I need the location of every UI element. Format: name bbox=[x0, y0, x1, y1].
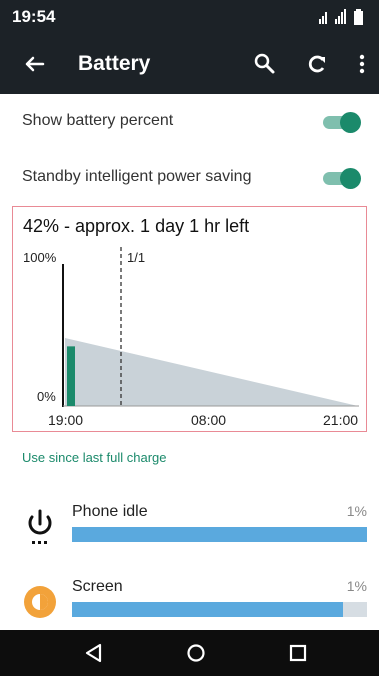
battery-history-graph[interactable]: 42% - approx. 1 day 1 hr left 1/1 100% 0… bbox=[12, 206, 367, 432]
usage-bar-fill bbox=[72, 527, 367, 542]
y-bottom-label: 0% bbox=[37, 389, 56, 404]
status-time: 19:54 bbox=[12, 7, 56, 26]
usage-item-name: Screen bbox=[72, 578, 123, 595]
battery-icon bbox=[354, 9, 363, 25]
setting-show-battery-percent[interactable]: Show battery percent bbox=[0, 94, 379, 150]
usage-bar-fill bbox=[72, 602, 344, 617]
brightness-icon bbox=[24, 586, 56, 618]
arrow-left-icon[interactable] bbox=[20, 49, 50, 79]
show-battery-percent-toggle[interactable] bbox=[323, 112, 361, 133]
usage-item-percent: 1% bbox=[346, 503, 367, 519]
setting-standby-power-saving[interactable]: Standby intelligent power saving bbox=[0, 150, 379, 206]
navigation-bar bbox=[0, 630, 379, 676]
recents-square-icon[interactable] bbox=[284, 639, 312, 667]
x-label-mid: 08:00 bbox=[191, 412, 226, 428]
refresh-icon[interactable] bbox=[302, 49, 332, 79]
date-marker-label: 1/1 bbox=[127, 250, 145, 265]
power-icon bbox=[28, 509, 52, 544]
toggle-knob bbox=[340, 112, 361, 133]
setting-label: Show battery percent bbox=[22, 112, 174, 129]
status-bar: 19:54 bbox=[0, 0, 379, 34]
battery-level-bar bbox=[67, 346, 75, 406]
signal-icon bbox=[335, 9, 346, 24]
section-title: Use since last full charge bbox=[22, 450, 167, 465]
y-top-label: 100% bbox=[23, 250, 57, 265]
toggle-knob bbox=[340, 168, 361, 189]
usage-item-screen[interactable]: Screen 1% bbox=[0, 576, 379, 636]
toolbar: Battery bbox=[0, 34, 379, 94]
x-label-start: 19:00 bbox=[48, 412, 83, 428]
usage-item-percent: 1% bbox=[346, 578, 367, 594]
search-icon[interactable] bbox=[250, 49, 280, 79]
status-icons bbox=[319, 9, 363, 25]
home-circle-icon[interactable] bbox=[182, 639, 210, 667]
page-title: Battery bbox=[78, 52, 151, 75]
signal-icon bbox=[319, 12, 327, 24]
back-triangle-icon[interactable] bbox=[80, 639, 108, 667]
projection-area bbox=[65, 338, 358, 406]
usage-item-phone-idle[interactable]: Phone idle 1% bbox=[0, 501, 379, 561]
setting-label: Standby intelligent power saving bbox=[22, 168, 252, 185]
usage-item-name: Phone idle bbox=[72, 503, 148, 520]
x-label-end: 21:00 bbox=[323, 412, 358, 428]
standby-power-saving-toggle[interactable] bbox=[323, 168, 361, 189]
usage-bar-track bbox=[72, 602, 367, 617]
usage-bar-track bbox=[72, 527, 367, 542]
more-vert-icon[interactable] bbox=[347, 49, 377, 79]
battery-chart: 1/1 100% 0% 19:00 08:00 21:00 bbox=[23, 247, 359, 428]
